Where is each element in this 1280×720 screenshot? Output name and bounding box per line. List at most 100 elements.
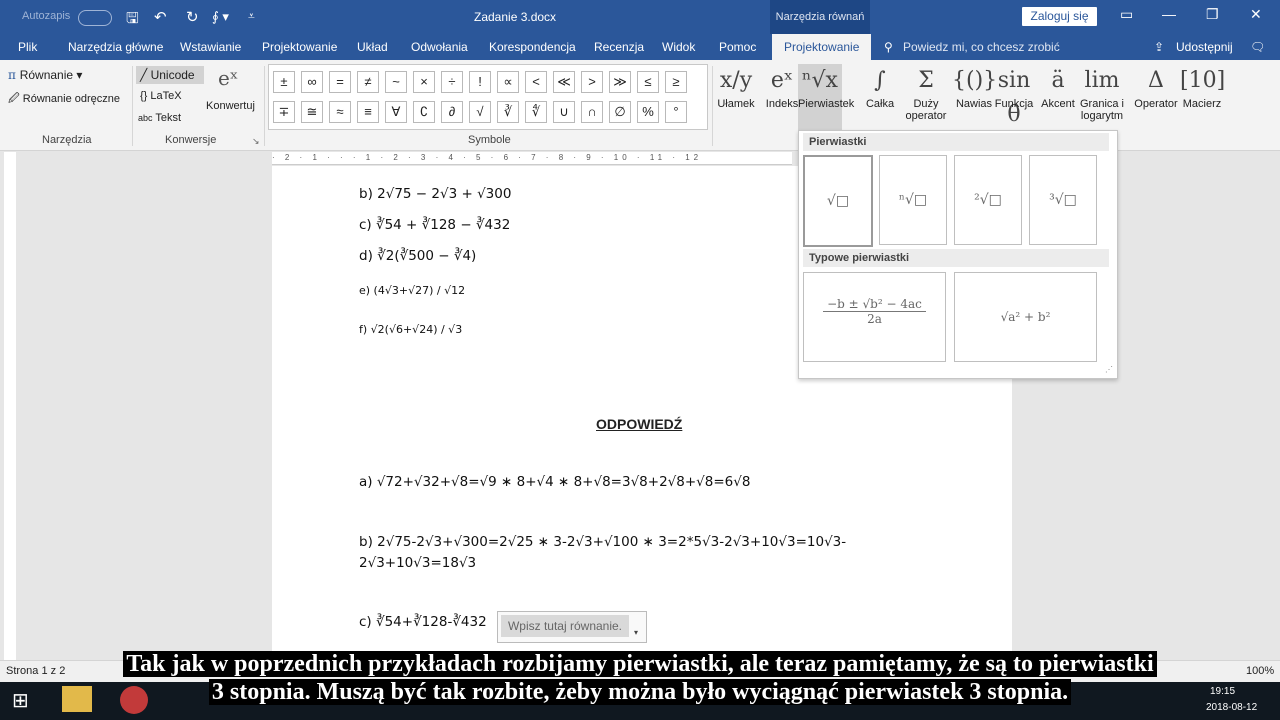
- restore-icon[interactable]: ❐: [1206, 6, 1219, 23]
- structure-label: Nawias: [955, 98, 993, 110]
- structure-icon: Δ: [1148, 68, 1164, 93]
- ink-equation-button[interactable]: 🖉 Równanie odręczne: [8, 90, 120, 109]
- customize-icon[interactable]: ⩡: [248, 9, 255, 24]
- structure-7-button[interactable]: sin θ Funkcja: [992, 64, 1036, 127]
- tab-home[interactable]: Narzędzia główne: [68, 34, 163, 60]
- symbol-button[interactable]: ∞: [301, 71, 323, 93]
- common-radicals-heading: Typowe pierwiastki: [803, 249, 1109, 267]
- tab-view[interactable]: Widok: [662, 34, 695, 60]
- structure-icon: {()}: [952, 68, 998, 93]
- symbol-button[interactable]: ≥: [665, 71, 687, 93]
- symbol-button[interactable]: ∀: [385, 101, 407, 123]
- structure-9-button[interactable]: lim Granica i logarytm: [1074, 64, 1130, 122]
- symbol-button[interactable]: ∁: [413, 101, 435, 123]
- symbol-button[interactable]: ∂: [441, 101, 463, 123]
- equation-quick-icon[interactable]: ∮ ▾: [212, 9, 229, 25]
- symbol-button[interactable]: ∓: [273, 101, 295, 123]
- symbol-button[interactable]: <: [525, 71, 547, 93]
- symbol-button[interactable]: ÷: [441, 71, 463, 93]
- symbol-button[interactable]: >: [581, 71, 603, 93]
- resize-handle-icon[interactable]: ⋰: [1105, 365, 1113, 374]
- tab-review[interactable]: Recenzja: [594, 34, 644, 60]
- symbol-button[interactable]: ×: [413, 71, 435, 93]
- latex-button[interactable]: {} LaTeX: [140, 90, 182, 102]
- structure-label: Pierwiastek: [798, 98, 855, 110]
- symbol-button[interactable]: ∅: [609, 101, 631, 123]
- symbol-button[interactable]: %: [637, 101, 659, 123]
- redo-icon[interactable]: ↻: [186, 8, 199, 26]
- search-icon[interactable]: ⚲: [884, 34, 893, 60]
- structure-label: Operator: [1134, 98, 1178, 110]
- symbol-button[interactable]: ≪: [553, 71, 575, 93]
- vertical-ruler[interactable]: [4, 152, 16, 660]
- close-icon[interactable]: ✕: [1250, 6, 1262, 23]
- symbol-button[interactable]: ≡: [357, 101, 379, 123]
- share-button[interactable]: Udostępnij: [1176, 34, 1233, 60]
- tab-design[interactable]: Projektowanie: [262, 34, 337, 60]
- pi-icon: π: [8, 68, 20, 82]
- symbol-button[interactable]: ≈: [329, 101, 351, 123]
- ribbon-options-icon[interactable]: ▭: [1120, 6, 1133, 23]
- tab-insert[interactable]: Wstawianie: [180, 34, 241, 60]
- structure-6-button[interactable]: {()} Nawias: [952, 64, 998, 110]
- symbol-button[interactable]: ≫: [609, 71, 631, 93]
- structure-icon: ⁿ√x: [802, 68, 838, 93]
- tab-layout[interactable]: Układ: [357, 34, 388, 60]
- symbol-button[interactable]: ≤: [637, 71, 659, 93]
- symbol-button[interactable]: ±: [273, 71, 295, 93]
- symbol-button[interactable]: ∩: [581, 101, 603, 123]
- symbol-button[interactable]: !: [469, 71, 491, 93]
- tab-help[interactable]: Pomoc: [719, 34, 756, 60]
- symbol-button[interactable]: √: [469, 101, 491, 123]
- symbol-button[interactable]: ≠: [357, 71, 379, 93]
- symbol-button[interactable]: ∪: [553, 101, 575, 123]
- square-root-degree-option[interactable]: ²√□: [954, 155, 1022, 245]
- structure-10-button[interactable]: Δ Operator: [1134, 64, 1178, 110]
- conversions-launcher-icon[interactable]: ↘: [252, 136, 260, 147]
- symbol-button[interactable]: ∛: [497, 101, 519, 123]
- quadratic-formula-option[interactable]: −b ± √b² − 4ac 2a: [803, 272, 946, 362]
- save-icon[interactable]: 🖫: [126, 8, 139, 33]
- structure-11-button[interactable]: [10] Macierz: [1180, 64, 1225, 110]
- structure-3-button[interactable]: ⁿ√x Pierwiastek: [798, 64, 855, 132]
- structure-4-button[interactable]: ∫ Całka: [858, 64, 902, 110]
- tab-equation-design[interactable]: Projektowanie: [772, 34, 872, 60]
- tab-references[interactable]: Odwołania: [411, 34, 468, 60]
- login-button[interactable]: Zaloguj się: [1022, 7, 1097, 26]
- equation-placeholder[interactable]: Wpisz tutaj równanie.: [501, 615, 629, 637]
- equation-options-icon[interactable]: ▾: [634, 628, 638, 637]
- tab-file[interactable]: Plik: [18, 34, 37, 60]
- formula-denominator: 2a: [867, 312, 882, 326]
- structure-1-button[interactable]: x/y Ułamek: [714, 64, 758, 110]
- line-d: d) ∛2(∛500 − ∛4): [359, 248, 477, 264]
- ribbon-tabs: Plik Narzędzia główne Wstawianie Projekt…: [0, 34, 1280, 60]
- symbols-gallery: ± ∞ = ≠ ~ × ÷! ∝ < ≪ > ≫ ≤ ≥ ∓ ≅ ≈ ≡ ∀ ∁ ∂ √ ∛ ∜ ∪ ∩ ∅% °: [268, 64, 708, 130]
- structure-icon: x/y: [719, 68, 753, 93]
- pythagoras-root-option[interactable]: √a² + b²: [954, 272, 1097, 362]
- minimize-icon[interactable]: —: [1162, 6, 1176, 22]
- autosave-toggle[interactable]: [78, 10, 112, 26]
- symbol-button[interactable]: °: [665, 101, 687, 123]
- symbol-button[interactable]: =: [329, 71, 351, 93]
- cube-root-option[interactable]: ³√□: [1029, 155, 1097, 245]
- comments-icon[interactable]: 🗨: [1250, 34, 1265, 60]
- equation-button[interactable]: π Równanie ▾: [8, 68, 82, 82]
- square-root-option[interactable]: √□: [803, 155, 873, 247]
- tab-mailings[interactable]: Korespondencja: [489, 34, 576, 60]
- symbol-button[interactable]: ∝: [497, 71, 519, 93]
- symbol-button[interactable]: ≅: [301, 101, 323, 123]
- horizontal-ruler[interactable]: · 2 · 1 · · · 1 · 2 · 3 · 4 · 5 · 6 · 7 …: [272, 152, 792, 165]
- share-icon[interactable]: ⇪: [1154, 34, 1164, 60]
- symbol-button[interactable]: ~: [385, 71, 407, 93]
- unicode-button[interactable]: ╱ Unicode: [140, 68, 195, 82]
- convert-button[interactable]: Konwertuj: [206, 100, 255, 112]
- tell-me-input[interactable]: Powiedz mi, co chcesz zrobić: [903, 34, 1060, 60]
- text-button[interactable]: abc Tekst: [138, 112, 181, 124]
- symbol-button[interactable]: ∜: [525, 101, 547, 123]
- structure-label: Granica i logarytm: [1079, 98, 1125, 122]
- undo-icon[interactable]: ↶: [154, 8, 167, 26]
- equation-placeholder-box[interactable]: Wpisz tutaj równanie. ▾: [497, 611, 647, 643]
- structure-icon: lim: [1084, 68, 1120, 93]
- structure-5-button[interactable]: Σ Duży operator: [904, 64, 948, 122]
- nth-root-option[interactable]: ⁿ√□: [879, 155, 947, 245]
